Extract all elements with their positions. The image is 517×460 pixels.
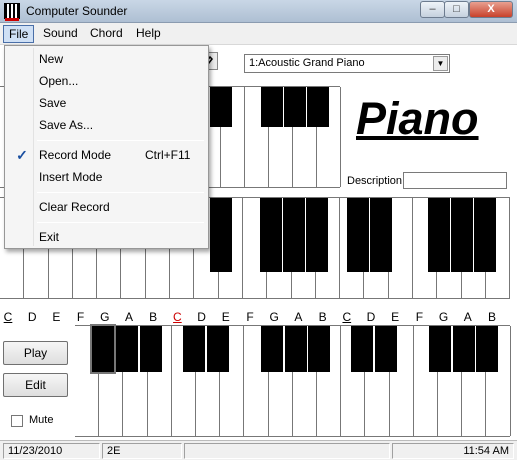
close-button[interactable]: X bbox=[469, 1, 513, 18]
status-date: 11/23/2010 bbox=[3, 443, 100, 459]
menu-bar: File Sound Chord Help bbox=[0, 23, 517, 45]
status-time: 11:54 AM bbox=[392, 443, 514, 459]
minimize-button[interactable]: – bbox=[420, 1, 445, 18]
menu-item-open[interactable]: Open... bbox=[7, 70, 206, 92]
black-key[interactable] bbox=[260, 198, 282, 272]
note-label: G bbox=[438, 310, 449, 324]
note-label: F bbox=[246, 310, 254, 324]
black-key[interactable] bbox=[261, 87, 283, 127]
black-key[interactable] bbox=[90, 324, 116, 374]
file-menu-dropdown: New Open... Save Save As... ✓ Record Mod… bbox=[4, 45, 209, 249]
menu-separator bbox=[37, 192, 204, 193]
black-key[interactable] bbox=[284, 87, 306, 127]
status-middle bbox=[184, 443, 390, 459]
menu-item-insert-mode[interactable]: Insert Mode bbox=[7, 166, 206, 188]
black-key[interactable] bbox=[285, 326, 307, 372]
note-label: A bbox=[463, 310, 472, 324]
white-key[interactable] bbox=[389, 198, 414, 298]
black-key[interactable] bbox=[210, 198, 232, 272]
black-key[interactable] bbox=[308, 326, 330, 372]
checkmark-icon: ✓ bbox=[16, 147, 28, 163]
black-key[interactable] bbox=[370, 198, 392, 272]
mute-checkbox[interactable] bbox=[11, 415, 23, 427]
note-label: D bbox=[197, 310, 206, 324]
description-input[interactable] bbox=[403, 172, 507, 189]
black-key[interactable] bbox=[207, 326, 229, 372]
title-bar: Computer Sounder – □ X bbox=[0, 0, 517, 23]
black-key[interactable] bbox=[429, 326, 451, 372]
menu-sound[interactable]: Sound bbox=[38, 25, 83, 43]
instrument-select-value: 1:Acoustic Grand Piano bbox=[249, 57, 365, 69]
black-key[interactable] bbox=[474, 198, 496, 272]
black-key[interactable] bbox=[476, 326, 498, 372]
black-key[interactable] bbox=[428, 198, 450, 272]
black-key[interactable] bbox=[183, 326, 205, 372]
note-label: G bbox=[100, 310, 110, 324]
note-label: E bbox=[391, 310, 400, 324]
note-label: B bbox=[487, 310, 496, 324]
menu-help[interactable]: Help bbox=[131, 25, 166, 43]
keyboard-bottom[interactable] bbox=[75, 324, 511, 437]
mute-label: Mute bbox=[29, 414, 54, 426]
black-key[interactable] bbox=[375, 326, 397, 372]
menu-item-exit[interactable]: Exit bbox=[7, 226, 206, 248]
edit-button[interactable]: Edit bbox=[3, 373, 68, 397]
black-key[interactable] bbox=[261, 326, 283, 372]
note-label: C bbox=[342, 310, 352, 324]
menu-item-new[interactable]: New bbox=[7, 48, 206, 70]
note-label: B bbox=[149, 310, 158, 324]
menu-item-clear-record[interactable]: Clear Record bbox=[7, 196, 206, 218]
menu-separator bbox=[37, 222, 204, 223]
black-key[interactable] bbox=[116, 326, 138, 372]
note-label: D bbox=[366, 310, 376, 324]
instrument-select[interactable]: 1:Acoustic Grand Piano ▼ bbox=[244, 54, 450, 73]
menu-file[interactable]: File bbox=[3, 25, 35, 43]
black-key[interactable] bbox=[283, 198, 305, 272]
note-label: F bbox=[76, 310, 85, 324]
menu-item-record-mode[interactable]: ✓ Record Mode Ctrl+F11 bbox=[7, 144, 206, 166]
note-label: G bbox=[269, 310, 279, 324]
chevron-down-icon[interactable]: ▼ bbox=[433, 56, 448, 71]
black-key[interactable] bbox=[351, 326, 373, 372]
menu-separator bbox=[37, 140, 204, 141]
keyboard-top-right[interactable] bbox=[245, 86, 341, 188]
menu-item-save-as[interactable]: Save As... bbox=[7, 114, 206, 136]
note-label: A bbox=[294, 310, 303, 324]
status-bar: 11/23/2010 2E 11:54 AM bbox=[0, 440, 517, 460]
black-key[interactable] bbox=[307, 87, 329, 127]
instrument-heading: Piano bbox=[356, 93, 479, 144]
note-label: A bbox=[124, 310, 133, 324]
black-key[interactable] bbox=[306, 198, 328, 272]
black-key[interactable] bbox=[451, 198, 473, 272]
description-label: Description: bbox=[347, 175, 406, 187]
menu-chord[interactable]: Chord bbox=[85, 25, 128, 43]
note-label: E bbox=[221, 310, 230, 324]
note-label: C bbox=[3, 310, 13, 324]
note-label: D bbox=[27, 310, 37, 324]
note-label: E bbox=[52, 310, 61, 324]
window-title: Computer Sounder bbox=[26, 4, 128, 18]
app-icon bbox=[4, 3, 20, 21]
maximize-button[interactable]: □ bbox=[444, 1, 469, 18]
play-button[interactable]: Play bbox=[3, 341, 68, 365]
black-key[interactable] bbox=[453, 326, 475, 372]
shortcut-text: Ctrl+F11 bbox=[145, 148, 191, 162]
note-label: C bbox=[173, 310, 182, 324]
note-label: B bbox=[318, 310, 327, 324]
note-label: F bbox=[415, 310, 424, 324]
black-key[interactable] bbox=[347, 198, 369, 272]
status-note: 2E bbox=[102, 443, 182, 459]
black-key[interactable] bbox=[210, 87, 232, 127]
black-key[interactable] bbox=[140, 326, 162, 372]
menu-item-save[interactable]: Save bbox=[7, 92, 206, 114]
